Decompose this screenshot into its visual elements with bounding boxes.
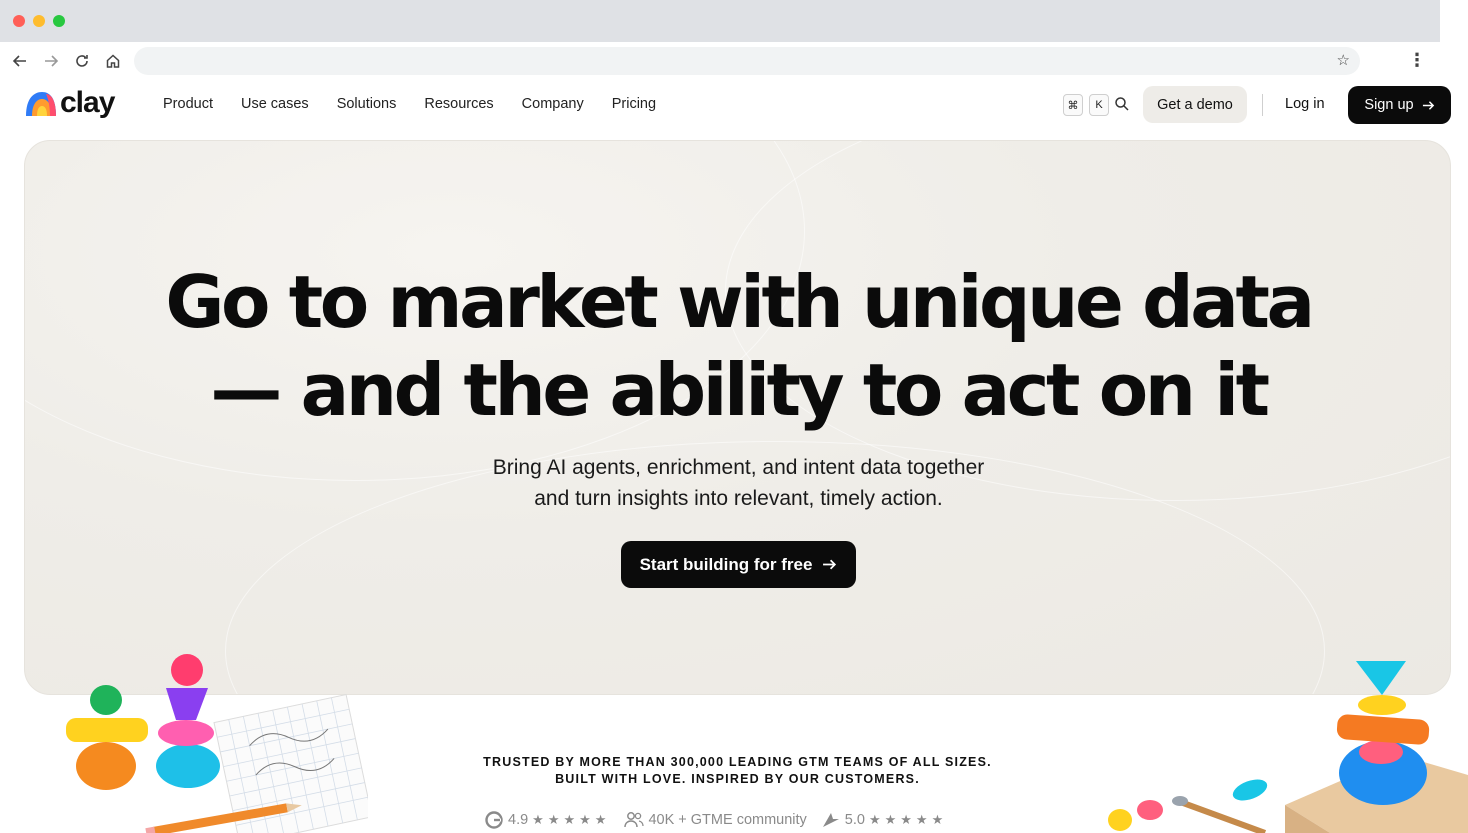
nav-solutions[interactable]: Solutions: [337, 96, 397, 112]
sign-up-label: Sign up: [1364, 97, 1414, 113]
home-icon: [106, 54, 120, 68]
g2-logo-icon: [485, 811, 503, 829]
search-icon[interactable]: [1113, 95, 1131, 113]
start-building-label: Start building for free: [639, 554, 813, 574]
hero-subheadline-line1: Bring AI agents, enrichment, and intent …: [492, 456, 985, 479]
capterra-stars: ★★★★★: [868, 812, 948, 827]
maximize-window-button[interactable]: [53, 15, 65, 27]
k-key-badge[interactable]: K: [1089, 94, 1109, 116]
home-button[interactable]: [102, 50, 124, 72]
clay-logo-icon: [24, 88, 58, 118]
arrow-right-icon: [823, 559, 837, 570]
community-label: 40K + GTME community: [648, 812, 807, 828]
logo-text: clay: [60, 86, 115, 119]
minimize-window-button[interactable]: [33, 15, 45, 27]
users-icon: [624, 812, 645, 828]
close-window-button[interactable]: [13, 15, 25, 27]
capterra-rating: 5.0 ★★★★★: [821, 811, 947, 829]
hero-subheadline-line2: and turn insights into relevant, timely …: [534, 487, 943, 510]
trust-line2: BUILT WITH LOVE. INSPIRED BY OUR CUSTOME…: [555, 772, 920, 786]
reload-icon: [76, 55, 88, 67]
capterra-rating-value: 5.0: [844, 812, 865, 828]
clay-sculpture-right: [1108, 661, 1468, 833]
forward-button[interactable]: [40, 50, 62, 72]
back-button[interactable]: [9, 50, 31, 72]
window-edge: [1440, 0, 1468, 80]
nav-resources[interactable]: Resources: [424, 96, 493, 112]
hero-section: Go to market with unique data — and the …: [24, 140, 1451, 695]
reload-button[interactable]: [71, 50, 93, 72]
arrow-right-icon: [1422, 100, 1434, 110]
get-a-demo-label: Get a demo: [1157, 96, 1233, 113]
ratings-row: 4.9 ★★★★★ 40K + GTME community 5.0 ★★★★★: [484, 810, 961, 830]
start-building-button[interactable]: Start building for free: [621, 541, 856, 588]
sign-up-button[interactable]: Sign up: [1348, 86, 1451, 124]
trust-line1: TRUSTED BY MORE THAN 300,000 LEADING GTM…: [483, 755, 992, 769]
g2-rating-value: 4.9: [508, 812, 529, 828]
clay-sculpture-left: [66, 654, 368, 833]
hero-headline-line2: — and the ability to act on it: [210, 348, 1270, 432]
hero-headline-line1: Go to market with unique data: [165, 260, 1315, 344]
star-icon[interactable]: ☆: [1337, 51, 1350, 69]
site-header: clay Product Use cases Solutions Resourc…: [0, 80, 1468, 132]
g2-rating: 4.9 ★★★★★: [484, 810, 610, 830]
nav-company[interactable]: Company: [522, 96, 584, 112]
cmd-key-badge[interactable]: ⌘: [1063, 94, 1083, 116]
log-in-link[interactable]: Log in: [1285, 96, 1325, 112]
browser-titlebar: [0, 0, 1440, 42]
nav-product[interactable]: Product: [163, 96, 213, 112]
capterra-logo-icon: [822, 813, 839, 827]
g2-stars: ★★★★★: [532, 812, 611, 827]
clay-logo[interactable]: clay: [24, 86, 115, 120]
community-stat: 40K + GTME community: [624, 811, 807, 829]
arrow-right-icon: [45, 55, 59, 67]
primary-nav: Product Use cases Solutions Resources Co…: [163, 96, 684, 112]
nav-use-cases[interactable]: Use cases: [241, 96, 309, 112]
nav-divider: [1262, 94, 1263, 116]
browser-toolbar: ☆ ⋮: [0, 42, 1440, 80]
kebab-icon[interactable]: ⋮: [1408, 50, 1426, 71]
nav-pricing[interactable]: Pricing: [612, 96, 656, 112]
get-a-demo-button[interactable]: Get a demo: [1143, 86, 1247, 123]
address-bar[interactable]: ☆: [134, 47, 1360, 75]
arrow-left-icon: [12, 55, 26, 67]
